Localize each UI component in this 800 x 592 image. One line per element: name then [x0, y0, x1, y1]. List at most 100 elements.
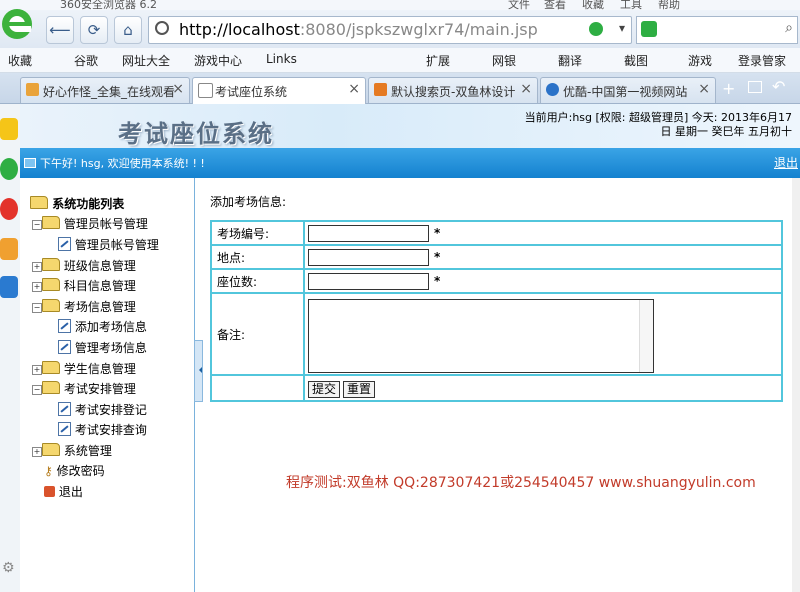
- bookmark-game-center[interactable]: 游戏中心: [194, 52, 242, 69]
- tab-youku[interactable]: 优酷-中国第一视频网站 ×: [540, 77, 716, 103]
- toolbar-screenshot[interactable]: 截图: [624, 52, 648, 69]
- browser-app-name: 360安全浏览器 6.2: [60, 0, 157, 10]
- function-menu: 系统功能列表 − 管理员帐号管理 管理员帐号管理 + 班级信息管理 + 科目信息…: [20, 178, 195, 592]
- tab-favicon-icon: [374, 83, 387, 96]
- settings-gear-icon[interactable]: ⚙: [2, 560, 15, 576]
- search-icon[interactable]: ⌕: [785, 20, 793, 36]
- expand-icon: +: [32, 282, 42, 292]
- menu-view[interactable]: 查看: [544, 0, 566, 10]
- menu-tools[interactable]: 工具: [620, 0, 642, 10]
- edit-doc-icon: [58, 402, 71, 416]
- reset-button[interactable]: 重置: [343, 380, 376, 398]
- bookmark-google[interactable]: 谷歌: [74, 52, 98, 69]
- menu-item-manage-exam-room[interactable]: 管理考场信息: [58, 339, 147, 356]
- menu-root[interactable]: 系统功能列表: [30, 195, 124, 212]
- menu-item-class-info[interactable]: + 班级信息管理: [32, 257, 136, 274]
- menu-item-subject-info[interactable]: + 科目信息管理: [32, 277, 136, 294]
- menu-item-exam-room-info[interactable]: − 考场信息管理: [32, 298, 136, 315]
- close-icon[interactable]: ×: [520, 81, 532, 97]
- back-button[interactable]: ⟵: [46, 16, 74, 44]
- menu-item-admin-account[interactable]: − 管理员帐号管理: [32, 215, 148, 232]
- menu-file[interactable]: 文件: [508, 0, 530, 10]
- submit-button[interactable]: 提交: [308, 380, 341, 398]
- toolbar-bank[interactable]: 网银: [492, 52, 516, 69]
- chat-icon[interactable]: [0, 158, 18, 180]
- remark-textarea[interactable]: [308, 298, 654, 373]
- required-mark: *: [434, 249, 441, 264]
- bookmark-site-nav[interactable]: 网址大全: [122, 52, 170, 69]
- app-header: 考试座位系统 当前用户:hsg [权限: 超级管理员] 今天: 2013年6月1…: [20, 104, 800, 148]
- bookmarks-bar: 收藏 谷歌 网址大全 游戏中心 Links 扩展 网银 翻译 截图 游戏 登录管…: [0, 48, 800, 73]
- room-no-input[interactable]: [308, 224, 429, 242]
- user-info-line1: 当前用户:hsg [权限: 超级管理员] 今天: 2013年6月17: [524, 111, 792, 124]
- back-arrow-icon: ⟵: [49, 21, 71, 39]
- menu-item-exam-schedule[interactable]: − 考试安排管理: [32, 380, 136, 397]
- location-input[interactable]: [308, 248, 429, 266]
- undo-close-icon[interactable]: ↶: [772, 77, 785, 96]
- menu-item-system-manage[interactable]: + 系统管理: [32, 442, 112, 459]
- restore-tab-icon[interactable]: [748, 81, 762, 93]
- toolbar-games[interactable]: 游戏: [688, 52, 712, 69]
- browser-logo-icon: [2, 9, 32, 39]
- textarea-scrollbar[interactable]: [639, 299, 653, 372]
- address-bar[interactable]: http://localhost:8080/jspkszwglxr74/main…: [148, 16, 632, 44]
- search-box[interactable]: ⌕: [636, 16, 798, 44]
- tab-exam-seat-system[interactable]: 考试座位系统 ×: [192, 77, 366, 104]
- address-dropdown-icon[interactable]: ▾: [619, 21, 625, 35]
- favorites-star-icon[interactable]: [0, 118, 18, 140]
- toolbar-extensions[interactable]: 扩展: [426, 52, 450, 69]
- menu-item-student-info[interactable]: + 学生信息管理: [32, 360, 136, 377]
- welcome-bar: 下午好! hsg, 欢迎使用本系统! ! ! 退出: [20, 148, 800, 178]
- menu-item-add-exam-room[interactable]: 添加考场信息: [58, 318, 147, 335]
- menu-item-exam-schedule-register[interactable]: 考试安排登记: [58, 401, 147, 418]
- close-icon[interactable]: ×: [348, 81, 360, 97]
- browser-sidebar: ⚙: [0, 104, 21, 592]
- folder-icon: [42, 258, 60, 271]
- seat-count-input[interactable]: [308, 272, 429, 290]
- page-icon: [198, 83, 213, 98]
- home-button[interactable]: ⌂: [114, 16, 142, 44]
- page-title: 考试座位系统: [118, 120, 274, 148]
- folder-open-icon: [42, 216, 60, 229]
- form-row-actions: 提交 重置: [210, 374, 783, 402]
- form-row-room-no: 考场编号: *: [210, 220, 783, 246]
- menu-item-change-password[interactable]: ⚷ 修改密码: [44, 462, 105, 479]
- menu-item-exam-schedule-query[interactable]: 考试安排查询: [58, 421, 147, 438]
- form-row-location: 地点: *: [210, 244, 783, 270]
- bookmark-links[interactable]: Links: [266, 52, 297, 66]
- new-tab-icon[interactable]: +: [722, 79, 735, 98]
- compat-mode-icon[interactable]: [589, 22, 603, 36]
- content-title: 添加考场信息:: [210, 195, 287, 209]
- close-icon[interactable]: ×: [698, 81, 710, 97]
- collapse-icon: −: [32, 303, 42, 313]
- refresh-button[interactable]: ⟳: [80, 16, 108, 44]
- folder-icon: [42, 361, 60, 374]
- tab-video[interactable]: 好心作怪_全集_在线观看 ×: [20, 77, 190, 103]
- credit-text: 程序测试:双鱼林 QQ:287307421或254540457 www.shua…: [286, 475, 756, 491]
- eye-icon[interactable]: [0, 238, 18, 260]
- toolbar-login-manager[interactable]: 登录管家: [738, 52, 786, 69]
- tab-search-page[interactable]: 默认搜索页-双鱼林设计 ×: [368, 77, 538, 103]
- bookmark-favorites[interactable]: 收藏: [8, 52, 32, 69]
- expand-icon: +: [32, 262, 42, 272]
- key-icon: ⚷: [44, 464, 53, 478]
- page-scrollbar[interactable]: [792, 178, 800, 592]
- close-icon[interactable]: ×: [172, 81, 184, 97]
- logout-link[interactable]: 退出: [774, 154, 798, 171]
- expand-icon: +: [32, 365, 42, 375]
- collapse-icon: −: [32, 385, 42, 395]
- search-engine-icon[interactable]: [641, 21, 657, 37]
- weibo-icon[interactable]: [0, 198, 18, 220]
- folder-open-icon: [42, 381, 60, 394]
- menu-item-admin-account-manage[interactable]: 管理员帐号管理: [58, 236, 159, 253]
- folder-icon: [42, 278, 60, 291]
- menu-favorites[interactable]: 收藏: [582, 0, 604, 10]
- collapse-icon: −: [32, 220, 42, 230]
- app-icon[interactable]: [0, 276, 18, 298]
- expand-icon: +: [32, 447, 42, 457]
- menu-help[interactable]: 帮助: [658, 0, 680, 10]
- form-row-seat-count: 座位数: *: [210, 268, 783, 294]
- menu-item-exit[interactable]: 退出: [44, 483, 83, 500]
- main-content: 添加考场信息: 考场编号: * 地点: * 座位数: * 备注: 提交 重置 程序…: [202, 178, 800, 592]
- toolbar-translate[interactable]: 翻译: [558, 52, 582, 69]
